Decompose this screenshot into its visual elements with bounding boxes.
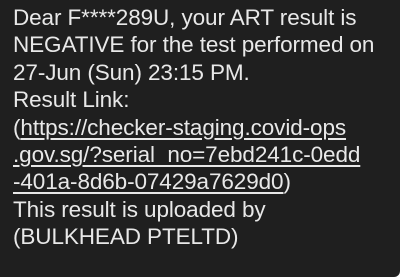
message-line-datetime: 27-Jun (Sun) 23:15 PM. (13, 59, 250, 85)
result-link-part-1[interactable]: https://checker-staging.covid-ops (20, 115, 346, 140)
message-line-uploader: This result is uploaded by (13, 196, 266, 222)
result-link-part-2[interactable]: .gov.sg/?serial_no=7ebd241c-0edd (13, 142, 360, 167)
result-link-line-3: -401a-8d6b-07429a7629d0) (13, 168, 394, 195)
message-line-result: NEGATIVE for the test performed on (13, 32, 375, 58)
page-background-strip (400, 0, 409, 277)
result-link-line-1: (https://checker-staging.covid-ops (13, 114, 394, 141)
result-link-line-2: .gov.sg/?serial_no=7ebd241c-0edd (13, 141, 394, 168)
message-line-company: (BULKHEAD PTELTD) (13, 224, 239, 250)
link-close-paren: ) (283, 169, 291, 195)
message-line-greeting: Dear F****289U, your ART result is (13, 5, 357, 30)
sms-message-bubble: Dear F****289U, your ART result is NEGAT… (0, 0, 400, 277)
result-link-label: Result Link: (13, 87, 130, 113)
result-link-part-3[interactable]: -401a-8d6b-07429a7629d0 (13, 169, 284, 194)
